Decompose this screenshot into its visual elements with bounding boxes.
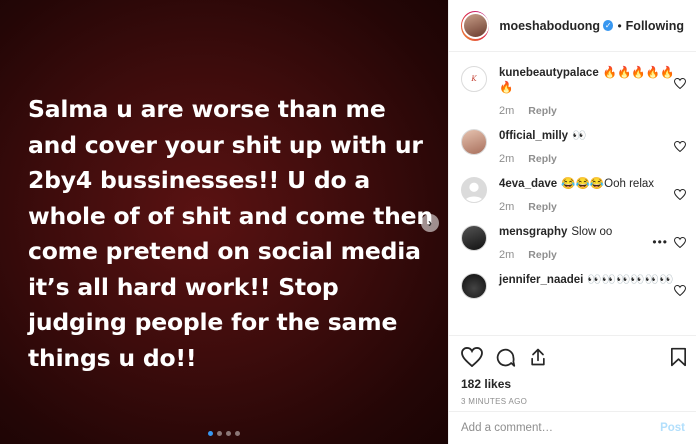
comment-username[interactable]: 4eva_dave [499,178,557,190]
reply-button[interactable]: Reply [528,105,557,117]
comment-text: 0fficial_milly 👀 [499,129,679,144]
comment-like-icon[interactable] [674,237,686,248]
carousel-dots [208,431,240,436]
comment-message: Slow oo [571,226,613,238]
action-icons [461,345,687,369]
post-side-panel: moeshaboduong ✓ • Following K kunebeauty… [448,0,696,444]
comment-message: 👀 [572,130,587,142]
comment-meta: 2m Reply [499,201,679,213]
comment-input[interactable] [461,422,661,434]
carousel-dot [226,431,231,436]
comment-body: jennifer_naadei 👀👀👀👀👀👀 [499,273,679,299]
comment-meta: 2m Reply [499,153,679,165]
chevron-right-icon[interactable]: › [421,214,439,232]
likes-count[interactable]: 182 likes [461,377,687,391]
avatar[interactable]: K [461,66,487,92]
verified-badge-icon: ✓ [603,20,614,31]
reply-button[interactable]: Reply [528,153,557,165]
comments-list[interactable]: K kunebeautypalace 🔥🔥🔥🔥🔥🔥 2m Reply 0ffici… [449,52,696,335]
comment-item: 4eva_dave 😂😂😂Ooh relax 2m Reply [449,177,696,213]
comment-text: kunebeautypalace 🔥🔥🔥🔥🔥🔥 [499,66,679,96]
comment-icon[interactable] [495,347,516,368]
comment-like-icon[interactable] [674,189,686,200]
post-comment-button[interactable]: Post [660,422,685,434]
story-ring[interactable] [461,10,490,41]
comment-username[interactable]: mensgraphy [499,226,567,238]
comment-time[interactable]: 2m [499,249,514,261]
comment-item: jennifer_naadei 👀👀👀👀👀👀 [449,273,696,299]
comment-meta: 2m Reply [499,105,679,117]
following-button[interactable]: Following [626,19,684,33]
post-image[interactable]: Salma u are worse than me and cover your… [0,0,448,444]
reply-button[interactable]: Reply [528,249,557,261]
avatar[interactable] [461,225,487,251]
share-icon[interactable] [528,347,548,367]
bookmark-icon[interactable] [670,347,687,367]
carousel-dot [235,431,240,436]
comment-username[interactable]: kunebeautypalace [499,67,599,79]
brand-logo-icon: K [471,75,477,83]
carousel-dot [217,431,222,436]
avatar [461,12,489,39]
comment-message: 😂😂😂Ooh relax [561,178,655,190]
post-text: Salma u are worse than me and cover your… [28,95,433,372]
comment-body: kunebeautypalace 🔥🔥🔥🔥🔥🔥 2m Reply [499,66,679,117]
default-user-icon [464,182,484,202]
comment-username[interactable]: 0fficial_milly [499,130,568,142]
post-header: moeshaboduong ✓ • Following [449,0,696,52]
comment-body: 4eva_dave 😂😂😂Ooh relax 2m Reply [499,177,679,213]
heart-icon[interactable] [461,347,483,367]
avatar[interactable] [461,177,487,203]
avatar[interactable] [461,129,487,155]
reply-button[interactable]: Reply [528,201,557,213]
comment-time[interactable]: 2m [499,153,514,165]
comment-like-icon[interactable] [674,285,686,296]
avatar[interactable] [461,273,487,299]
more-options-icon[interactable]: ••• [652,236,668,248]
comment-text: 4eva_dave 😂😂😂Ooh relax [499,177,679,192]
carousel-dot [208,431,213,436]
comment-text: jennifer_naadei 👀👀👀👀👀👀 [499,273,679,288]
comment-body: 0fficial_milly 👀 2m Reply [499,129,679,165]
comment-time[interactable]: 2m [499,201,514,213]
comment-username[interactable]: jennifer_naadei [499,274,583,286]
comment-item: 0fficial_milly 👀 2m Reply [449,129,696,165]
comment-meta: 2m Reply [499,249,679,261]
add-comment-bar: Post [449,411,696,444]
comment-time[interactable]: 2m [499,105,514,117]
post-actions: 182 likes 3 MINUTES AGO [449,335,696,406]
comment-message: 👀👀👀👀👀👀 [587,274,674,286]
comment-item: K kunebeautypalace 🔥🔥🔥🔥🔥🔥 2m Reply [449,66,696,117]
header-username[interactable]: moeshaboduong [499,19,600,33]
header-separator: • [617,18,622,33]
comment-like-icon[interactable] [674,78,686,89]
comment-like-icon[interactable] [674,141,686,152]
comment-item: mensgraphy Slow oo 2m Reply ••• [449,225,696,261]
post-timestamp[interactable]: 3 MINUTES AGO [461,397,687,406]
